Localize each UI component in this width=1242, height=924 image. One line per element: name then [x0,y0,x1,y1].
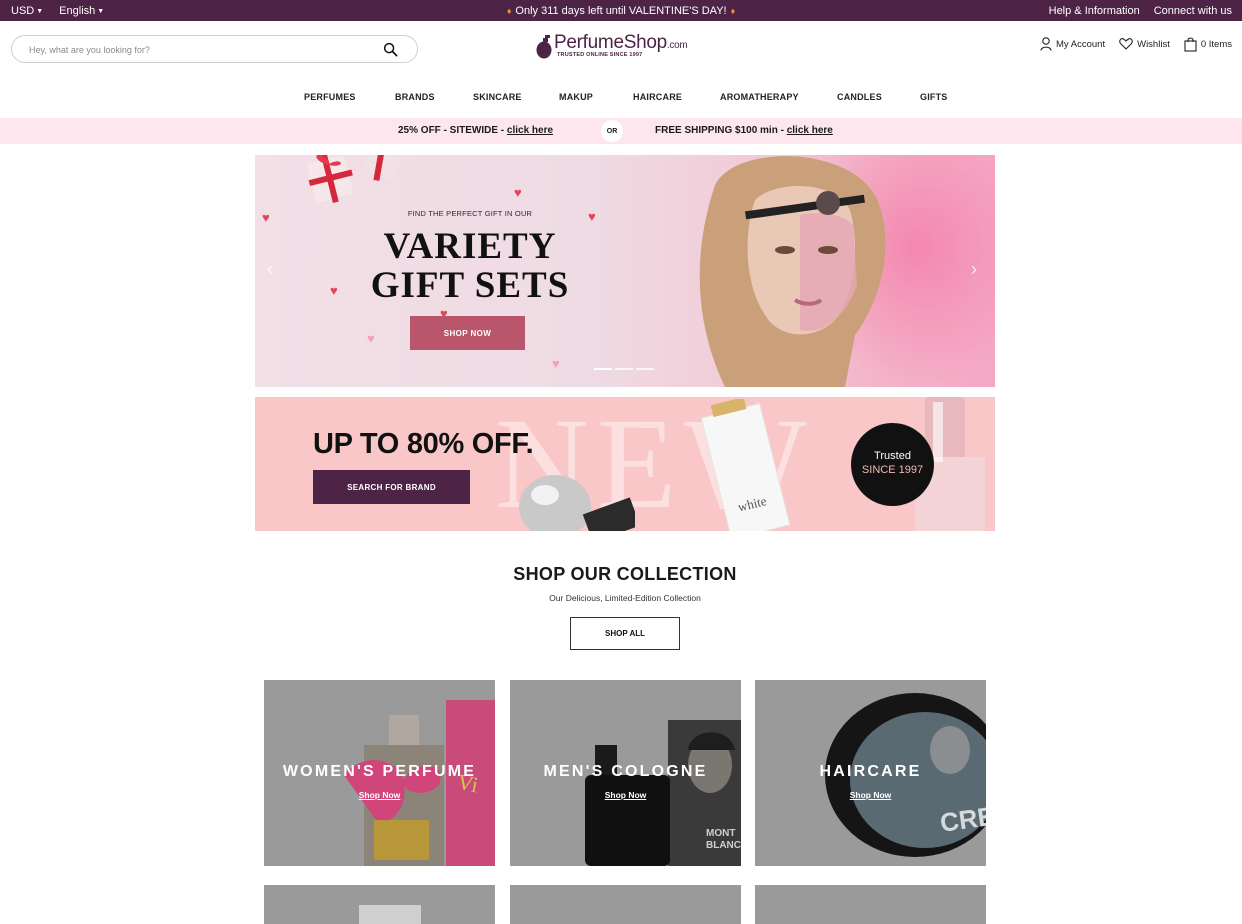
heart-decoration: ♥ [367,331,375,346]
search-for-brand-button[interactable]: SEARCH FOR BRAND [313,470,470,504]
category-tile-womens-perfume[interactable]: Vi WOMEN'S PERFUME Shop Now [264,680,495,866]
cart-label: 0 Items [1200,38,1232,50]
category-tile-mens-cologne[interactable]: MONT BLANC MEN'S COLOGNE Shop Now [510,680,741,866]
nav-item-aromatherapy[interactable]: AROMATHERAPY [720,92,799,102]
badge-line-2: SINCE 1997 [861,464,924,476]
hero-headline: VARIETY GIFT SETS [370,226,570,306]
promo-strip: 25% OFF - SITEWIDE - click here OR FREE … [0,118,1242,144]
svg-text:BLANC: BLANC [706,840,741,851]
sale-headline: UP TO 80% OFF. [313,428,534,460]
tile-label: WOMEN'S PERFUME [282,763,477,780]
promo-link-shipping[interactable]: click here [787,125,833,136]
perfume-bottle-icon [536,35,552,59]
category-tile-partial[interactable] [755,885,986,924]
top-bar: USD ▼ English ▼ ♦ Only 311 days left unt… [0,0,1242,21]
announcement-text: Only 311 days left until VALENTINE'S DAY… [515,4,727,17]
category-tile-partial[interactable] [264,885,495,924]
carousel-prev-arrow[interactable]: ‹ [267,259,273,280]
search-bar [11,35,418,63]
help-link[interactable]: Help & Information [1049,5,1140,17]
carousel-dots [594,368,654,370]
site-logo[interactable]: PerfumeShop.com TRUSTED ONLINE SINCE 199… [534,32,714,62]
flame-icon: ♦ [506,5,512,16]
nav-item-haircare[interactable]: HAIRCARE [633,92,682,102]
promo-offer-sitewide: 25% OFF - SITEWIDE - click here [398,125,554,136]
logo-tagline: TRUSTED ONLINE SINCE 1997 [557,52,643,58]
perfume-cap-image [519,475,635,531]
flame-icon: ♦ [730,5,736,16]
white-tea-bottle-image: white [700,399,791,531]
product-image [359,905,421,924]
category-tile-haircare[interactable]: CREW HAIRCARE Shop Now [755,680,986,866]
nav-item-makup[interactable]: MAKUP [559,92,593,102]
main-nav: PERFUMES BRANDS SKINCARE MAKUP HAIRCARE … [0,88,1242,108]
promo-link-sitewide[interactable]: click here [507,125,553,136]
tile-label: MEN'S COLOGNE [543,763,708,780]
nav-item-candles[interactable]: CANDLES [837,92,882,102]
search-icon[interactable] [383,42,398,57]
shop-now-button[interactable]: SHOP NOW [410,316,525,350]
shop-all-button[interactable]: SHOP ALL [570,617,680,650]
collection-title: SHOP OUR COLLECTION [513,564,737,584]
cart-link[interactable]: 0 Items [1184,37,1232,52]
category-tile-partial[interactable] [510,885,741,924]
wishlist-link[interactable]: Wishlist [1119,38,1170,50]
model-portrait-image [699,156,886,387]
shop-now-link[interactable]: Shop Now [510,790,741,800]
heart-decoration: ♥ [552,356,560,371]
nav-item-perfumes[interactable]: PERFUMES [304,92,356,102]
hero-carousel: ♥ ♥ ♥ ♥ ♥ ♥ ♥ FIND THE PERFECT GIFT IN O… [255,155,995,387]
utility-links: Help & Information Connect with us [1049,0,1232,21]
carousel-dot[interactable] [615,368,633,370]
gift-box-image [306,155,402,204]
account-link[interactable]: My Account [1040,37,1105,51]
collection-subtitle: Our Delicious, Limited-Edition Collectio… [549,593,701,603]
nav-item-brands[interactable]: BRANDS [395,92,435,102]
carousel-next-arrow[interactable]: › [971,259,977,280]
account-label: My Account [1056,38,1106,50]
heart-decoration: ♥ [514,185,522,200]
hero-kicker: FIND THE PERFECT GIFT IN OUR [407,209,533,218]
trusted-badge: Trusted SINCE 1997 [851,423,934,506]
connect-link[interactable]: Connect with us [1154,5,1232,17]
nav-item-skincare[interactable]: SKINCARE [473,92,522,102]
badge-line-1: Trusted [874,450,911,462]
sale-banner: NEW white UP TO 80% OFF. SEARCH FOR BRAN… [255,397,995,531]
carousel-dot[interactable] [594,368,612,370]
search-input[interactable] [29,42,369,58]
nav-item-gifts[interactable]: GIFTS [920,92,948,102]
header-actions: My Account Wishlist 0 Items [1040,35,1232,53]
shopping-bag-icon [1184,37,1197,52]
wishlist-label: Wishlist [1137,38,1170,50]
promo-offer-shipping: FREE SHIPPING $100 min - click here [655,125,833,136]
shop-now-link[interactable]: Shop Now [264,790,495,800]
svg-text:MONT: MONT [706,828,735,839]
tile-label: HAIRCARE [819,763,922,780]
user-icon [1040,37,1052,51]
shop-now-link[interactable]: Shop Now [755,790,986,800]
promo-separator: OR [601,120,623,142]
logo-name: PerfumeShop.com [554,32,688,53]
heart-icon [1119,38,1133,50]
carousel-dot[interactable] [636,368,654,370]
